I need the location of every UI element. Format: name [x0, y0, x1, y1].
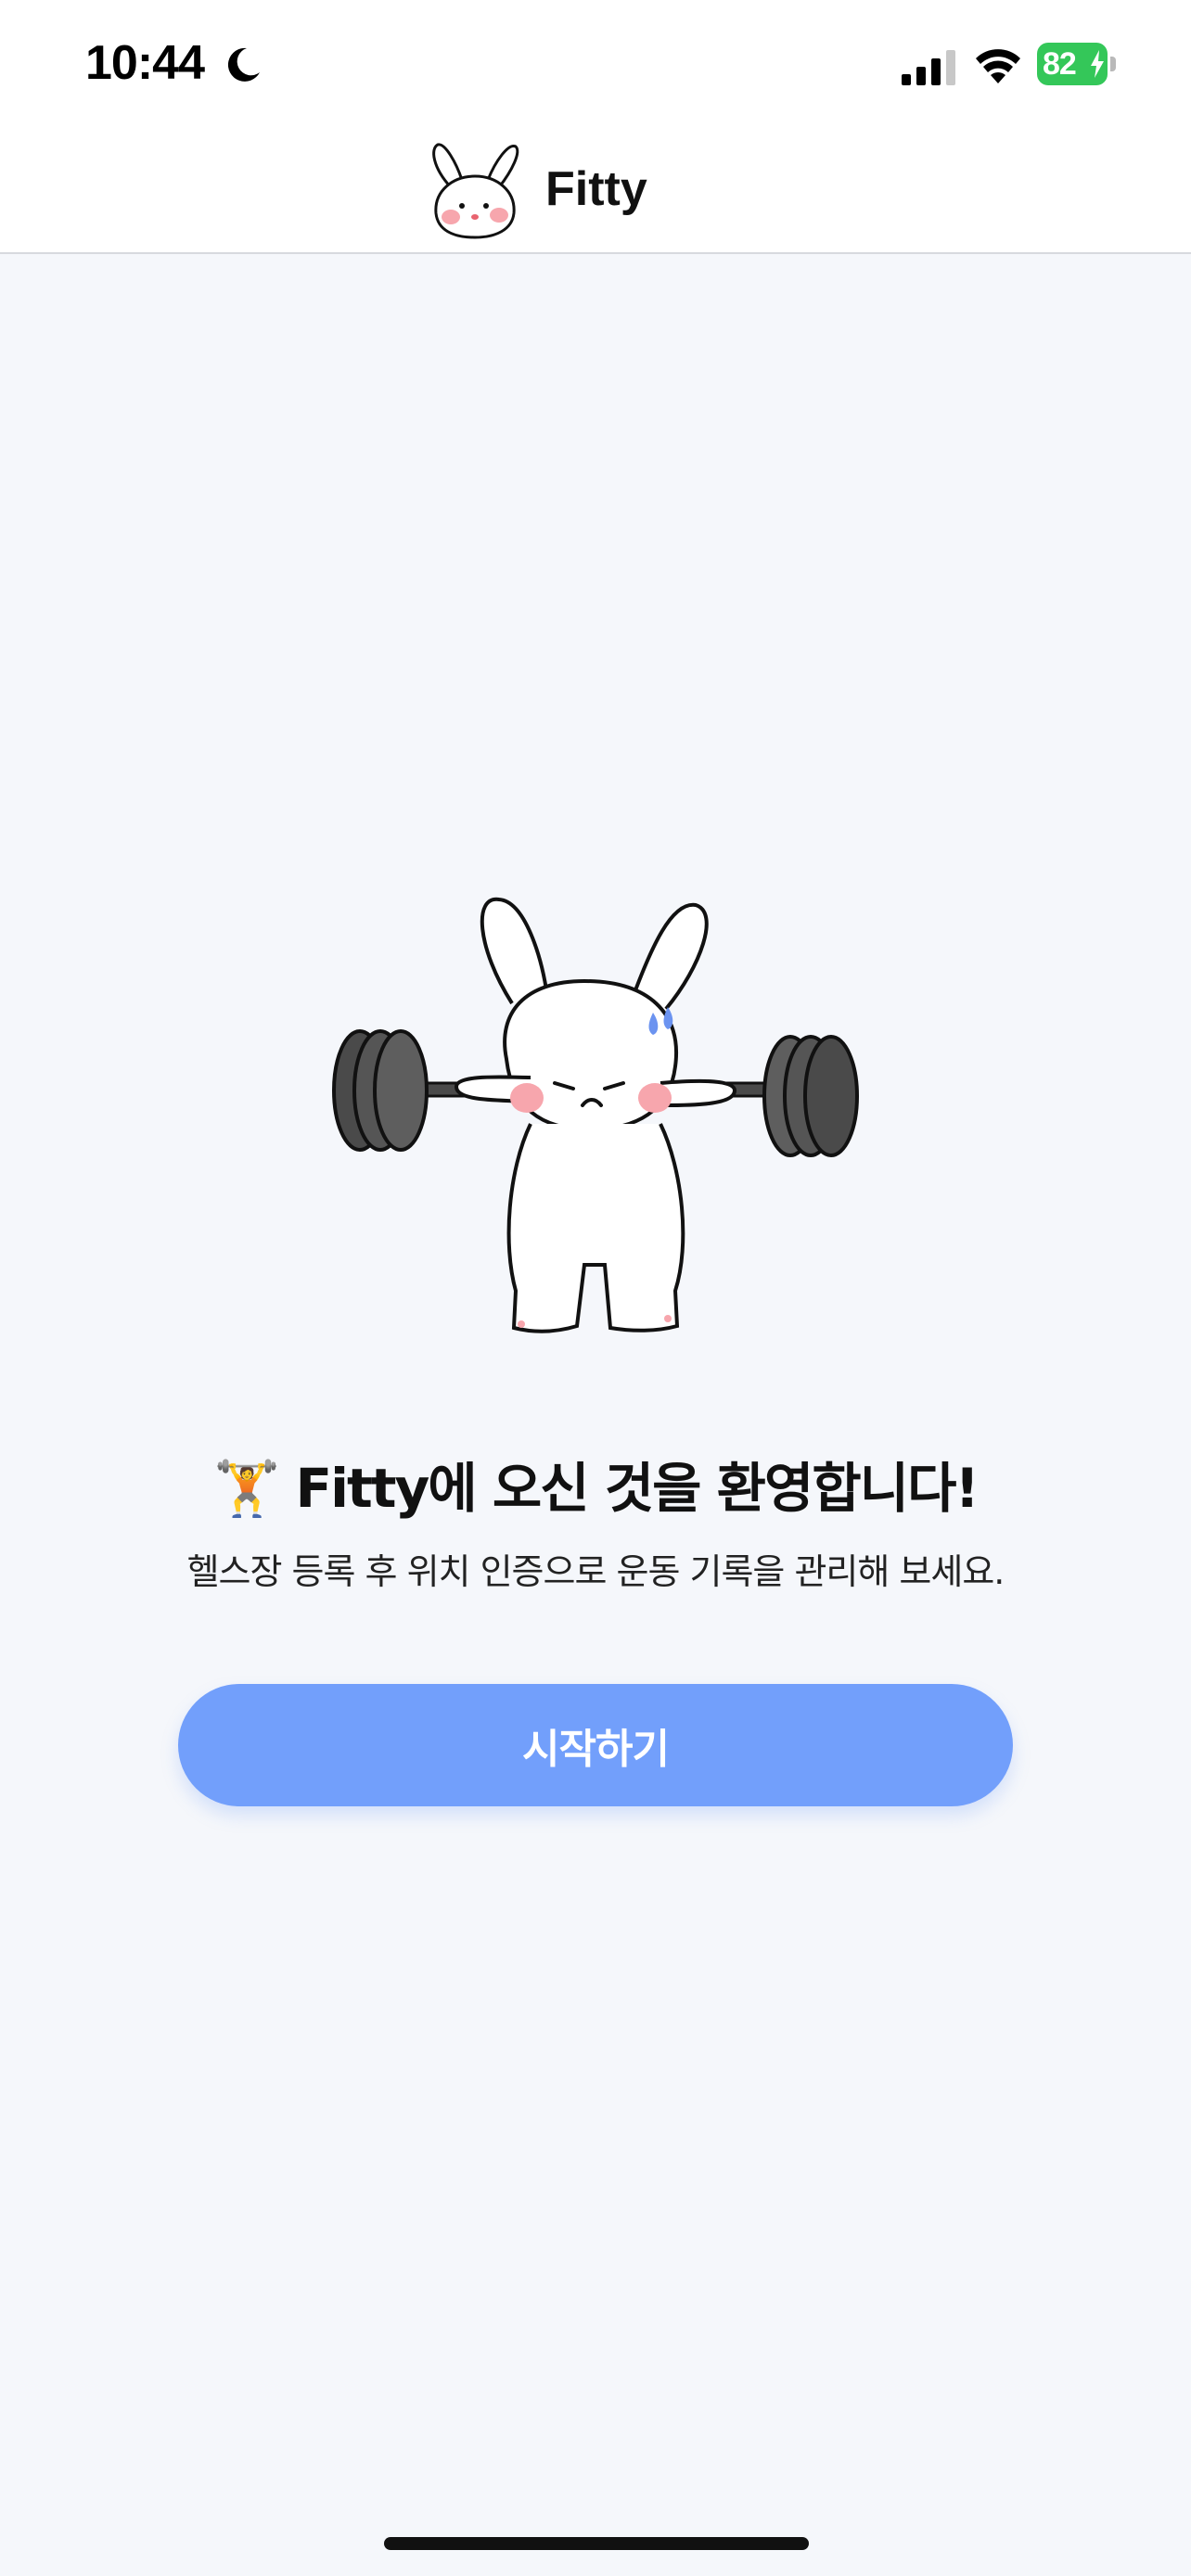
moon-icon: [227, 47, 260, 82]
status-time: 10:44: [85, 36, 205, 90]
welcome-title: 🏋️ Fitty에 오신 것을 환영합니다!: [213, 1457, 980, 1520]
status-bar: 10:44 82: [0, 0, 1191, 126]
battery-cap: [1110, 57, 1116, 71]
wifi-icon: [976, 49, 1020, 83]
start-button[interactable]: 시작하기: [178, 1684, 1013, 1806]
battery-charging-icon: 82: [1037, 43, 1117, 85]
start-button-label: 시작하기: [522, 1726, 670, 1773]
signal-icon: [902, 50, 955, 85]
app-title: Fitty: [545, 162, 647, 216]
app-header: Fitty: [0, 126, 1191, 254]
battery-level: 82: [1043, 46, 1077, 82]
left-weight-plates: [332, 1029, 429, 1152]
right-weight-plates: [762, 1035, 859, 1157]
charging-bolt-icon: [1091, 50, 1104, 78]
home-indicator[interactable]: [384, 2537, 809, 2550]
bunny-face-logo: [432, 143, 519, 239]
welcome-subtitle: 헬스장 등록 후 위치 인증으로 운동 기록을 관리해 보세요.: [186, 1551, 1005, 1592]
bunny-lifting-barbell-illustration: [332, 897, 859, 1333]
